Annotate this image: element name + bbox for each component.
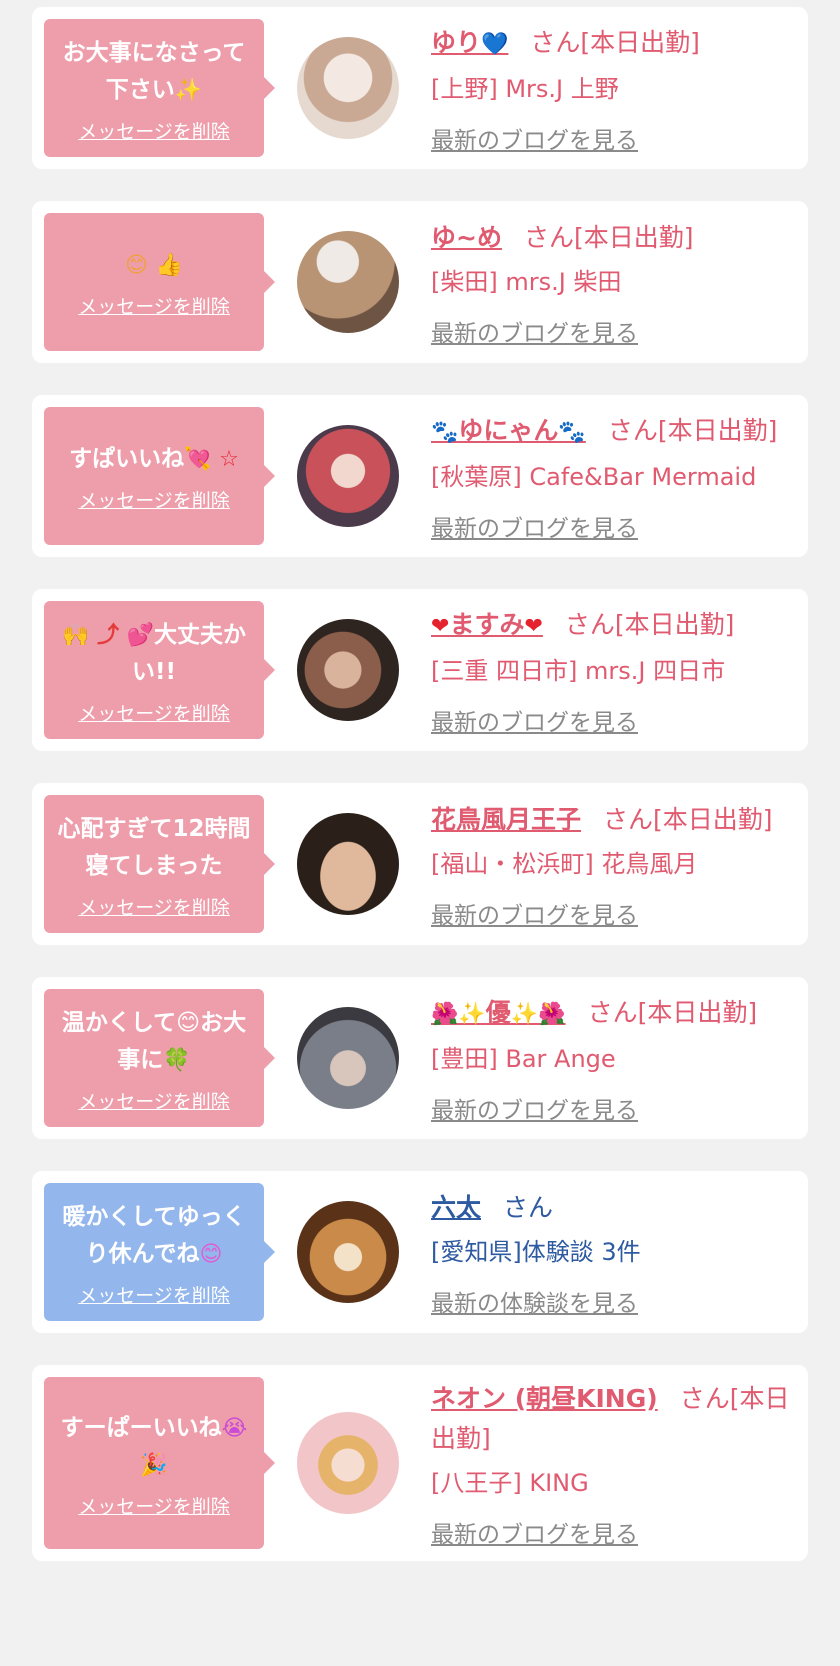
- sender-info: ゆり💙 さん[本日出勤] [上野] Mrs.J 上野 最新のブログを見る: [431, 21, 796, 155]
- shop-name: [三重 四日市] mrs.J 四日市: [431, 657, 726, 685]
- hands-arrow-heart-icon: 🙌 ⤴ 💕: [61, 622, 155, 648]
- delete-message-link[interactable]: メッセージを削除: [78, 486, 230, 513]
- latest-blog-link[interactable]: 最新のブログを見る: [431, 703, 638, 737]
- sender-status: さん[本日出勤]: [607, 416, 778, 445]
- message-card: 😊 👍 メッセージを削除 ゆ~め さん[本日出勤] [柴田] mrs.J 柴田 最…: [32, 201, 808, 363]
- message-card: 🙌 ⤴ 💕大丈夫かい!! メッセージを削除 ❤ますみ❤ さん[本日出勤] [三重 …: [32, 589, 808, 751]
- message-bubble: 温かくして😊お大事に🍀 メッセージを削除: [44, 989, 275, 1127]
- message-bubble: 🙌 ⤴ 💕大丈夫かい!! メッセージを削除: [44, 601, 275, 739]
- avatar[interactable]: [297, 37, 399, 139]
- latest-blog-link[interactable]: 最新のブログを見る: [431, 1091, 638, 1125]
- sparkle-hibiscus-icon: ✨🌺: [510, 1002, 566, 1027]
- avatar[interactable]: [297, 231, 399, 333]
- delete-message-link[interactable]: メッセージを削除: [78, 1087, 230, 1114]
- message-bubble: 心配すぎて12時間寝てしまった メッセージを削除: [44, 795, 275, 933]
- delete-message-link[interactable]: メッセージを削除: [78, 292, 230, 319]
- message-text: 心配すぎて12時間寝てしまった: [57, 815, 251, 879]
- paw-icon: 🐾: [431, 420, 459, 445]
- message-bubble: すぱいいね💘 ☆ メッセージを削除: [44, 407, 275, 545]
- delete-message-link[interactable]: メッセージを削除: [78, 699, 230, 726]
- avatar[interactable]: [297, 813, 399, 915]
- sender-info: 🐾ゆにゃん🐾 さん[本日出勤] [秋葉原] Cafe&Bar Mermaid 最新…: [431, 409, 796, 543]
- latest-blog-link[interactable]: 最新のブログを見る: [431, 121, 638, 155]
- sparkle-icon: ✨: [174, 77, 203, 103]
- blue-heart-icon: 💙: [481, 32, 509, 57]
- sender-name-link[interactable]: 六太: [431, 1193, 481, 1222]
- message-card: 心配すぎて12時間寝てしまった メッセージを削除 花鳥風月王子 さん[本日出勤] …: [32, 783, 808, 945]
- red-heart-icon: ❤: [431, 614, 450, 639]
- message-text: 😊 👍: [125, 247, 183, 284]
- shop-name: [八王子] KING: [431, 1469, 589, 1497]
- delete-message-link[interactable]: メッセージを削除: [78, 117, 230, 144]
- message-text: すぱいいね💘 ☆: [69, 446, 239, 472]
- message-text: お大事になさって下さい✨: [62, 39, 246, 103]
- sender-name-link[interactable]: 🌺✨優✨🌺: [431, 998, 566, 1027]
- red-heart-icon: ❤: [524, 614, 543, 639]
- sender-status: さん[本日出勤]: [603, 805, 773, 834]
- avatar[interactable]: [297, 1007, 399, 1109]
- delete-message-link[interactable]: メッセージを削除: [78, 893, 230, 920]
- sender-name-link[interactable]: 🐾ゆにゃん🐾: [431, 416, 586, 445]
- message-card: すぱいいね💘 ☆ メッセージを削除 🐾ゆにゃん🐾 さん[本日出勤] [秋葉原] C…: [32, 395, 808, 557]
- message-text: 暖かくしてゆっくり休んでね😊: [62, 1203, 246, 1267]
- message-text: 🙌 ⤴ 💕大丈夫かい!!: [61, 621, 247, 685]
- sender-status: さん[本日出勤]: [564, 610, 735, 639]
- sender-name-link[interactable]: ゆ~め: [431, 223, 502, 252]
- message-card: 暖かくしてゆっくり休んでね😊 メッセージを削除 六太 さん [愛知県]体験談 3件…: [32, 1171, 808, 1333]
- sender-status: さん: [503, 1193, 554, 1222]
- paw-icon: 🐾: [558, 420, 586, 445]
- delete-message-link[interactable]: メッセージを削除: [78, 1281, 230, 1308]
- avatar[interactable]: [297, 1201, 399, 1303]
- sender-info: 花鳥風月王子 さん[本日出勤] [福山・松浜町] 花鳥風月 最新のブログを見る: [431, 798, 796, 930]
- latest-blog-link[interactable]: 最新のブログを見る: [431, 509, 638, 543]
- delete-message-link[interactable]: メッセージを削除: [78, 1492, 230, 1519]
- shop-name: [上野] Mrs.J 上野: [431, 75, 619, 103]
- sender-status: さん[本日出勤]: [587, 998, 758, 1027]
- sender-info: 🌺✨優✨🌺 さん[本日出勤] [豊田] Bar Ange 最新のブログを見る: [431, 991, 796, 1125]
- message-card: すーぱーいいね😭 🎉 メッセージを削除 ネオン (朝昼KING) さん[本日出勤]…: [32, 1365, 808, 1561]
- sender-name-link[interactable]: ゆり💙: [431, 28, 508, 57]
- sender-name-link[interactable]: ❤ますみ❤: [431, 610, 543, 639]
- message-bubble: お大事になさって下さい✨ メッセージを削除: [44, 19, 275, 157]
- message-text: 温かくして😊お大事に🍀: [61, 1009, 247, 1073]
- message-card: お大事になさって下さい✨ メッセージを削除 ゆり💙 さん[本日出勤] [上野] M…: [32, 7, 808, 169]
- shop-name: [豊田] Bar Ange: [431, 1045, 616, 1073]
- sender-status: さん[本日出勤]: [523, 223, 694, 252]
- smile-thumbs-up-icon: 😊 👍: [125, 253, 183, 278]
- latest-blog-link[interactable]: 最新のブログを見る: [431, 896, 638, 930]
- shop-name: [秋葉原] Cafe&Bar Mermaid: [431, 463, 757, 491]
- message-bubble: すーぱーいいね😭 🎉 メッセージを削除: [44, 1377, 275, 1549]
- shop-name: [柴田] mrs.J 柴田: [431, 268, 622, 296]
- sender-info: ゆ~め さん[本日出勤] [柴田] mrs.J 柴田 最新のブログを見る: [431, 216, 796, 348]
- sender-info: ネオン (朝昼KING) さん[本日出勤] [八王子] KING 最新のブログを見…: [431, 1377, 796, 1549]
- shop-name: [福山・松浜町] 花鳥風月: [431, 850, 698, 878]
- sender-status: さん[本日出勤]: [530, 28, 700, 57]
- latest-blog-link[interactable]: 最新のブログを見る: [431, 1515, 638, 1549]
- message-bubble: 😊 👍 メッセージを削除: [44, 213, 275, 351]
- avatar[interactable]: [297, 619, 399, 721]
- message-list: お大事になさって下さい✨ メッセージを削除 ゆり💙 さん[本日出勤] [上野] M…: [0, 0, 840, 1561]
- heart-arrow-star-icon: 💘 ☆: [184, 447, 239, 472]
- clover-icon: 🍀: [163, 1047, 191, 1073]
- review-count: [愛知県]体験談 3件: [431, 1238, 641, 1266]
- message-text: すーぱーいいね😭 🎉: [60, 1414, 248, 1478]
- avatar[interactable]: [297, 1412, 399, 1514]
- sender-name-link[interactable]: ネオン (朝昼KING): [431, 1384, 658, 1413]
- hibiscus-sparkle-icon: 🌺✨: [431, 1002, 486, 1027]
- latest-review-link[interactable]: 最新の体験談を見る: [431, 1284, 638, 1318]
- message-bubble: 暖かくしてゆっくり休んでね😊 メッセージを削除: [44, 1183, 275, 1321]
- smile-icon: 😊: [199, 1241, 223, 1267]
- avatar[interactable]: [297, 425, 399, 527]
- latest-blog-link[interactable]: 最新のブログを見る: [431, 314, 638, 348]
- sender-name-link[interactable]: 花鳥風月王子: [431, 805, 581, 834]
- sender-info: 六太 さん [愛知県]体験談 3件 最新の体験談を見る: [431, 1186, 796, 1318]
- sender-info: ❤ますみ❤ さん[本日出勤] [三重 四日市] mrs.J 四日市 最新のブログを…: [431, 603, 796, 737]
- message-card: 温かくして😊お大事に🍀 メッセージを削除 🌺✨優✨🌺 さん[本日出勤] [豊田] …: [32, 977, 808, 1139]
